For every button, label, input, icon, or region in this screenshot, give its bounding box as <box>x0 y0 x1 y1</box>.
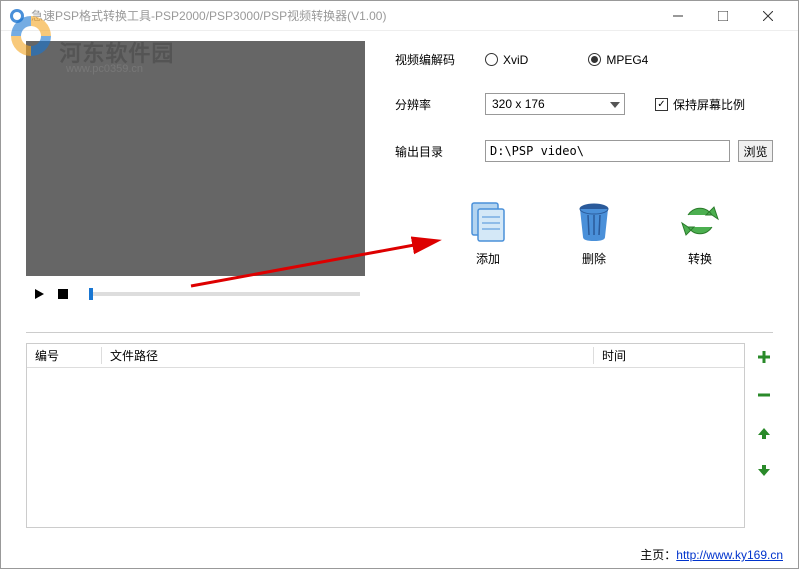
convert-icon <box>676 197 724 245</box>
column-number[interactable]: 编号 <box>27 347 102 364</box>
video-preview <box>26 41 365 276</box>
output-path-input[interactable] <box>485 140 730 162</box>
list-add-button[interactable] <box>755 348 773 366</box>
list-down-button[interactable] <box>755 462 773 480</box>
codec-label: 视频编解码 <box>395 51 465 68</box>
stop-button[interactable] <box>55 286 71 302</box>
maximize-button[interactable] <box>700 2 745 30</box>
resolution-label: 分辨率 <box>395 96 465 113</box>
keep-ratio-checkbox[interactable]: ✓ 保持屏幕比例 <box>655 96 745 113</box>
output-label: 输出目录 <box>395 143 465 160</box>
browse-button[interactable]: 浏览 <box>738 140 773 162</box>
close-button[interactable] <box>745 2 790 30</box>
delete-icon <box>570 197 618 245</box>
list-body[interactable] <box>27 368 744 523</box>
divider <box>26 332 773 333</box>
app-icon <box>9 8 25 24</box>
homepage-link[interactable]: http://www.ky169.cn <box>676 548 783 562</box>
add-icon <box>464 197 512 245</box>
codec-mpeg4-radio[interactable]: MPEG4 <box>588 53 648 67</box>
convert-button[interactable]: 转换 <box>676 197 724 267</box>
column-path[interactable]: 文件路径 <box>102 347 594 364</box>
minimize-button[interactable] <box>655 2 700 30</box>
list-remove-button[interactable] <box>755 386 773 404</box>
resolution-select[interactable]: 320 x 176 <box>485 93 625 115</box>
column-time[interactable]: 时间 <box>594 347 744 364</box>
list-up-button[interactable] <box>755 424 773 442</box>
play-button[interactable] <box>31 286 47 302</box>
window-title: 急速PSP格式转换工具-PSP2000/PSP3000/PSP视频转换器(V1.… <box>31 7 655 24</box>
footer: 主页：http://www.ky169.cn <box>640 546 783 563</box>
progress-slider[interactable] <box>89 292 360 296</box>
file-list[interactable]: 编号 文件路径 时间 <box>26 343 745 528</box>
delete-button[interactable]: 删除 <box>570 197 618 267</box>
codec-xvid-radio[interactable]: XviD <box>485 53 528 67</box>
chevron-down-icon <box>610 97 620 111</box>
add-button[interactable]: 添加 <box>464 197 512 267</box>
